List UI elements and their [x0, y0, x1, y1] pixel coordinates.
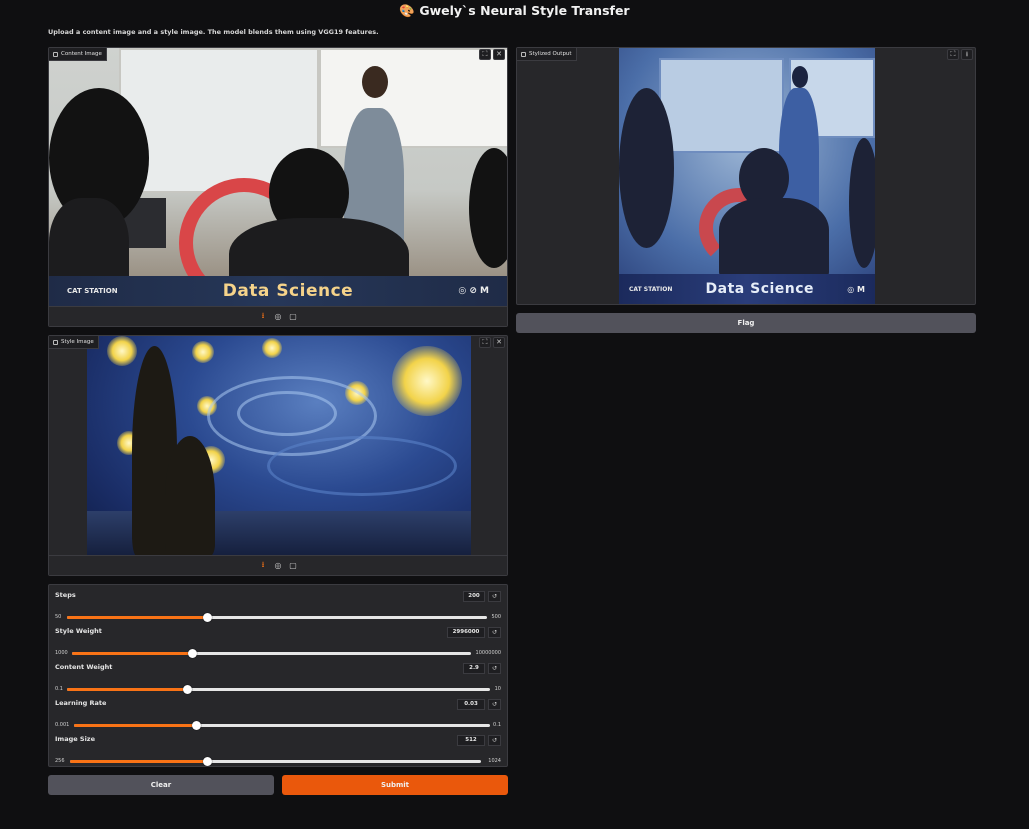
upload-icon[interactable]: ⭳: [258, 310, 268, 324]
audience-head: [849, 138, 875, 268]
star: [107, 336, 137, 366]
image-size-number-input[interactable]: 512: [457, 735, 485, 746]
presenter-head: [792, 66, 808, 88]
style-weight-slider-thumb[interactable]: [187, 649, 197, 658]
reset-icon[interactable]: ↺: [488, 735, 501, 746]
content-image-preview[interactable]: CAT STATION Data Science ◎ ⊘ M: [49, 48, 507, 306]
banner-logo: CAT STATION: [629, 285, 673, 293]
steps-number-input[interactable]: 200: [463, 591, 485, 602]
palette-icon: 🎨: [399, 3, 415, 18]
fullscreen-icon[interactable]: ⛶: [947, 49, 959, 60]
download-icon[interactable]: ⭳: [961, 49, 973, 60]
steps-slider[interactable]: [67, 613, 487, 622]
fullscreen-icon[interactable]: ⛶: [479, 49, 491, 60]
upload-icon[interactable]: ⭳: [258, 559, 268, 573]
content-weight-slider[interactable]: [67, 685, 490, 694]
submit-button[interactable]: Submit: [282, 775, 508, 795]
content-image-footer: ⭳ ◎ ▢: [49, 306, 507, 326]
audience-head: [469, 148, 507, 268]
swirl: [267, 436, 457, 496]
description: Upload a content image and a style image…: [48, 28, 379, 36]
reset-icon[interactable]: ↺: [488, 663, 501, 674]
learning-rate-slider[interactable]: [74, 721, 490, 730]
close-icon[interactable]: ✕: [493, 49, 505, 60]
swirl: [237, 391, 337, 436]
audience-body: [719, 198, 829, 278]
page-title: 🎨 Gwely`s Neural Style Transfer: [399, 3, 630, 18]
banner-sponsors: ◎ ⊘ M: [458, 286, 489, 296]
reset-icon[interactable]: ↺: [488, 699, 501, 710]
clear-button[interactable]: Clear: [48, 775, 274, 795]
style-image-label: Style Image: [49, 336, 99, 349]
cypress-tree: [165, 436, 215, 556]
close-icon[interactable]: ✕: [493, 337, 505, 348]
reset-icon[interactable]: ↺: [488, 627, 501, 638]
style-weight-slider[interactable]: [72, 649, 471, 658]
reset-icon[interactable]: ↺: [488, 591, 501, 602]
image-icon: [53, 339, 58, 345]
content-image-tools: ⛶ ✕: [479, 49, 505, 60]
steps-slider-fill: [67, 616, 207, 619]
presenter-head: [362, 66, 388, 98]
stylized-output-label: Stylized Output: [517, 48, 577, 61]
content-weight-number-input[interactable]: 2.9: [463, 663, 485, 674]
style-image-tools: ⛶ ✕: [479, 337, 505, 348]
webcam-icon[interactable]: ◎: [273, 561, 283, 570]
moon: [392, 346, 462, 416]
projector-screen: [659, 58, 784, 153]
style-weight-slider-fill: [72, 652, 192, 655]
styled-banner: CAT STATION Data Science ◎ M: [619, 274, 875, 304]
image-icon: [53, 51, 58, 57]
banner-sponsors: ◎ M: [847, 284, 865, 294]
style-weight-number-input[interactable]: 2996000: [447, 627, 485, 638]
stylized-output-preview: CAT STATION Data Science ◎ M: [619, 48, 875, 304]
content-weight-slider-fill: [67, 688, 187, 691]
style-image-panel[interactable]: Style Image ⛶ ✕ ⭳ ◎ ▢: [48, 335, 508, 576]
content-image-panel[interactable]: Content Image ⛶ ✕ CAT STATION Data Scien…: [48, 47, 508, 327]
flag-button[interactable]: Flag: [516, 313, 976, 333]
style-image-footer: ⭳ ◎ ▢: [49, 555, 507, 575]
fullscreen-icon[interactable]: ⛶: [479, 337, 491, 348]
webcam-icon[interactable]: ◎: [273, 312, 283, 321]
image-size-slider[interactable]: [70, 757, 481, 766]
parameters-panel: Steps 200 ↺ 50 500 Style Weight 2996000 …: [48, 584, 508, 767]
stylized-output-tools: ⛶ ⭳: [947, 49, 973, 60]
clipboard-icon[interactable]: ▢: [288, 561, 298, 570]
content-weight-slider-thumb[interactable]: [182, 685, 192, 694]
whiteboard: [319, 48, 507, 148]
steps-slider-thumb[interactable]: [202, 613, 212, 622]
image-size-slider-thumb[interactable]: [202, 757, 212, 766]
banner-logo: CAT STATION: [67, 286, 118, 295]
learning-rate-slider-thumb[interactable]: [191, 721, 201, 730]
banner-title: Data Science: [222, 281, 354, 301]
banner-title: Data Science: [705, 281, 815, 297]
style-image-preview[interactable]: [87, 336, 471, 556]
content-image-label: Content Image: [49, 48, 107, 61]
content-banner: CAT STATION Data Science ◎ ⊘ M: [49, 276, 507, 306]
star: [262, 338, 282, 358]
clipboard-icon[interactable]: ▢: [288, 312, 298, 321]
learning-rate-number-input[interactable]: 0.03: [457, 699, 485, 710]
star: [192, 341, 214, 363]
audience-head: [619, 88, 674, 248]
image-size-slider-fill: [70, 760, 207, 763]
image-icon: [521, 51, 526, 57]
learning-rate-slider-fill: [74, 724, 196, 727]
stylized-output-panel: Stylized Output ⛶ ⭳ CAT STATION Data Sci…: [516, 47, 976, 305]
